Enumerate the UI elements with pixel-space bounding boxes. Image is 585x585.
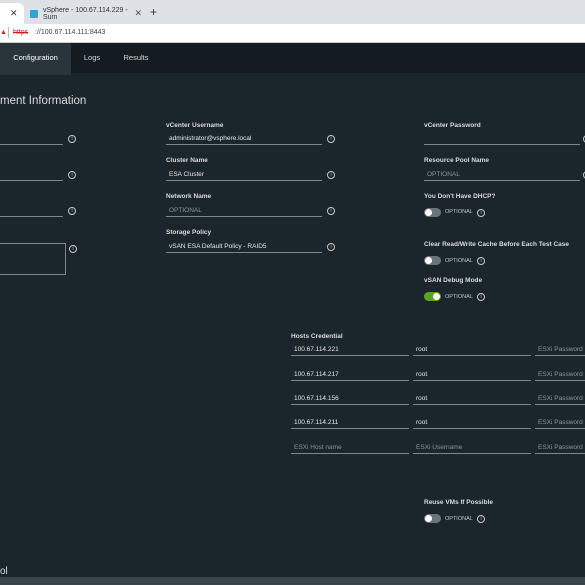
storage-policy-label: Storage Policy bbox=[166, 229, 212, 236]
tab-results[interactable]: Results bbox=[118, 43, 154, 73]
new-tab-button[interactable]: + bbox=[150, 5, 157, 19]
host-password-input[interactable]: ESXi Password bbox=[535, 417, 585, 429]
left-field-2[interactable] bbox=[0, 169, 63, 181]
cluster-name-label: Cluster Name bbox=[166, 157, 208, 164]
info-icon[interactable]: i bbox=[68, 135, 76, 143]
info-icon[interactable]: i bbox=[477, 515, 485, 523]
not-secure-warning-icon[interactable]: ▲ bbox=[0, 29, 7, 36]
no-dhcp-toggle[interactable] bbox=[424, 208, 441, 217]
section-title: ment Information bbox=[0, 95, 87, 107]
address-host: ://100.67.114.111:8443 bbox=[35, 29, 106, 36]
optional-label: OPTIONAL bbox=[445, 258, 473, 264]
info-icon[interactable]: i bbox=[327, 171, 335, 179]
left-field-1[interactable] bbox=[0, 133, 63, 145]
info-icon[interactable]: i bbox=[68, 171, 76, 179]
address-scheme: https bbox=[13, 29, 29, 36]
tab-close-icon[interactable]: ✕ bbox=[10, 8, 18, 19]
network-name-label: Network Name bbox=[166, 193, 212, 200]
info-icon[interactable]: i bbox=[327, 243, 335, 251]
reuse-vms-toggle[interactable] bbox=[424, 514, 441, 523]
tab-close-icon[interactable]: ✕ bbox=[134, 8, 142, 19]
optional-label: OPTIONAL bbox=[445, 516, 473, 522]
host-username-input[interactable]: root bbox=[413, 417, 531, 429]
hosts-credential-label: Hosts Credential bbox=[291, 333, 343, 340]
vsan-debug-label: vSAN Debug Mode bbox=[424, 277, 483, 284]
network-name-input[interactable]: OPTIONAL bbox=[166, 205, 322, 217]
section-heading-partial: ol bbox=[0, 566, 8, 577]
cluster-name-input[interactable]: ESA Cluster bbox=[166, 169, 322, 181]
vsphere-favicon-icon bbox=[30, 9, 38, 18]
vcenter-username-label: vCenter Username bbox=[166, 122, 224, 129]
vcenter-password-label: vCenter Password bbox=[424, 122, 481, 129]
browser-tab-vsphere[interactable]: vSphere - 100.67.114.229 - Sum ✕ bbox=[26, 3, 144, 24]
vcenter-password-input[interactable] bbox=[424, 133, 580, 145]
info-icon[interactable]: i bbox=[477, 293, 485, 301]
host-password-input[interactable]: ESXi Password bbox=[535, 369, 585, 381]
address-separator bbox=[8, 27, 9, 38]
tab-configuration[interactable]: Configuration bbox=[0, 43, 71, 75]
toggle-knob bbox=[425, 515, 432, 522]
bottom-bar bbox=[0, 577, 585, 585]
info-icon[interactable]: i bbox=[477, 209, 485, 217]
info-icon[interactable]: i bbox=[327, 207, 335, 215]
host-name-input[interactable]: 100.67.114.211 bbox=[291, 417, 409, 429]
browser-tab-strip: ✕ vSphere - 100.67.114.229 - Sum ✕ + bbox=[0, 0, 585, 24]
resource-pool-label: Resource Pool Name bbox=[424, 157, 490, 164]
new-host-password-input[interactable]: ESXi Password bbox=[535, 442, 585, 454]
optional-label: OPTIONAL bbox=[445, 209, 473, 215]
tab-logs[interactable]: Logs bbox=[80, 43, 104, 73]
resource-pool-input[interactable]: OPTIONAL bbox=[424, 169, 580, 181]
optional-label: OPTIONAL bbox=[445, 294, 473, 300]
host-username-input[interactable]: root bbox=[413, 393, 531, 405]
info-icon[interactable]: i bbox=[327, 135, 335, 143]
address-bar[interactable]: ▲ https ://100.67.114.111:8443 bbox=[0, 24, 585, 43]
new-host-name-input[interactable]: ESXi Host name bbox=[291, 442, 409, 454]
vsan-debug-toggle[interactable] bbox=[424, 292, 441, 301]
storage-policy-select[interactable]: vSAN ESA Default Policy - RAID5 bbox=[166, 241, 322, 253]
host-password-input[interactable]: ESXi Password bbox=[535, 393, 585, 405]
reuse-vms-label: Reuse VMs If Possible bbox=[424, 499, 493, 506]
toggle-knob bbox=[433, 293, 440, 300]
clear-cache-label: Clear Read/Write Cache Before Each Test … bbox=[424, 241, 569, 248]
info-icon[interactable]: i bbox=[68, 207, 76, 215]
clear-cache-toggle[interactable] bbox=[424, 256, 441, 265]
host-password-input[interactable]: ESXi Password bbox=[535, 344, 585, 356]
host-username-input[interactable]: root bbox=[413, 344, 531, 356]
left-textarea[interactable] bbox=[0, 243, 66, 275]
toggle-knob bbox=[425, 209, 432, 216]
host-name-input[interactable]: 100.67.114.156 bbox=[291, 393, 409, 405]
app-nav: Configuration Logs Results bbox=[0, 43, 585, 75]
left-field-3[interactable] bbox=[0, 205, 63, 217]
browser-tab-current[interactable]: ✕ bbox=[0, 3, 24, 24]
host-name-input[interactable]: 100.67.114.217 bbox=[291, 369, 409, 381]
info-icon[interactable]: i bbox=[69, 245, 77, 253]
host-name-input[interactable]: 100.67.114.221 bbox=[291, 344, 409, 356]
toggle-knob bbox=[425, 257, 432, 264]
info-icon[interactable]: i bbox=[477, 257, 485, 265]
new-host-username-input[interactable]: ESXi Username bbox=[413, 442, 531, 454]
host-username-input[interactable]: root bbox=[413, 369, 531, 381]
no-dhcp-label: You Don't Have DHCP? bbox=[424, 193, 496, 200]
vcenter-username-input[interactable]: administrator@vsphere.local bbox=[166, 133, 322, 145]
tab-title: vSphere - 100.67.114.229 - Sum bbox=[43, 6, 128, 21]
